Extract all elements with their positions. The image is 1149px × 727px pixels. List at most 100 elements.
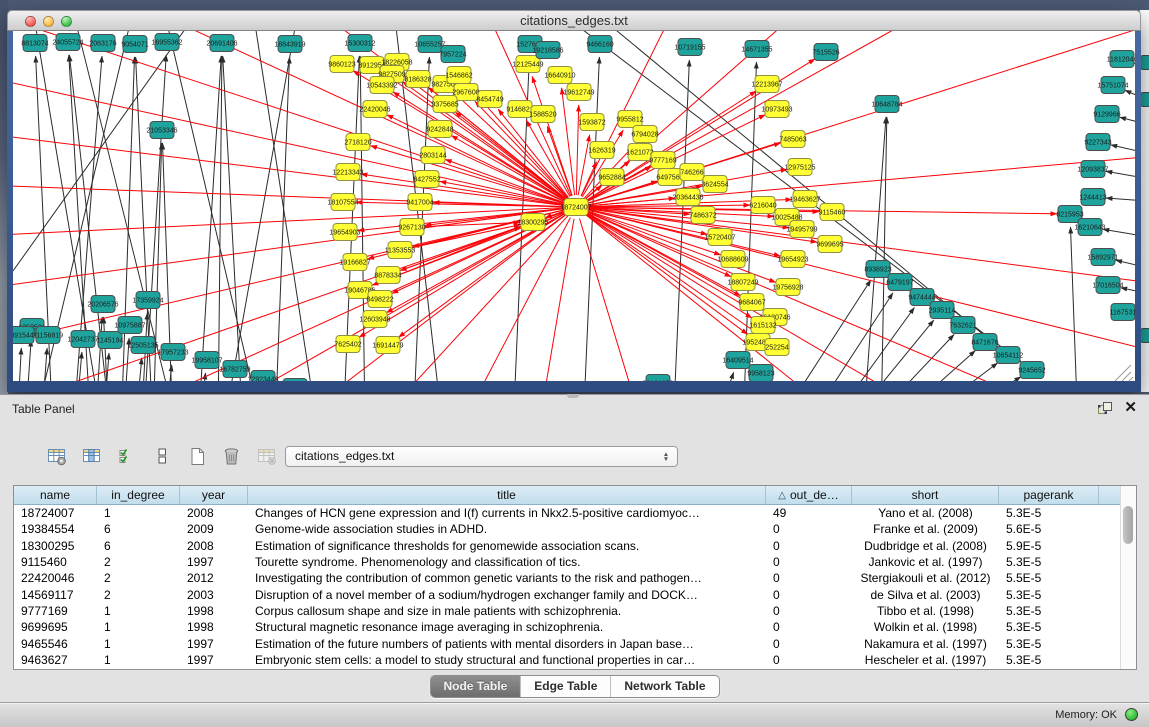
graph-node[interactable]: 9227343 [1084,134,1111,151]
table-settings-button[interactable] [44,444,69,469]
graph-edge[interactable] [1071,227,1079,381]
graph-node[interactable]: 2063176 [89,35,116,52]
graph-node[interactable]: 19958107 [191,352,222,369]
graph-node[interactable]: 12042737 [67,331,98,348]
graph-edge[interactable] [13,31,565,203]
table-row[interactable]: 1830029562008Estimation of significance … [14,538,1136,554]
graph-node[interactable]: 7957224 [439,46,466,63]
graph-node[interactable]: 9777169 [649,152,676,169]
graph-edge[interactable] [593,31,998,347]
graph-node[interactable]: 14671355 [741,41,772,58]
graph-node[interactable]: 15892971 [1087,249,1118,266]
graph-node[interactable]: 18724007 [560,199,591,216]
graph-node[interactable]: 2718120 [344,134,371,151]
graph-node[interactable]: 22420046 [359,101,390,118]
column-header-name[interactable]: name [14,486,97,504]
graph-node[interactable]: 11156819 [33,327,63,344]
graph-node[interactable]: 8471676 [971,334,998,351]
graph-node[interactable]: 16914479 [372,337,403,354]
graph-node[interactable]: 10688609 [717,251,748,268]
graph-node[interactable]: 9652884 [598,169,625,186]
graph-node[interactable]: 6216040 [749,197,776,214]
graph-edge[interactable] [885,351,975,381]
graph-node[interactable]: 17359924 [132,292,163,309]
row-selection-button[interactable] [114,444,139,469]
table-row[interactable]: 1938455462009Genome-wide association stu… [14,521,1136,537]
close-panel-icon[interactable]: ✕ [1124,398,1137,416]
graph-node[interactable]: 11353553 [385,242,416,259]
graph-node[interactable]: 1626319 [588,142,615,159]
graph-edge[interactable] [587,212,1103,381]
graph-node[interactable]: 9466160 [586,36,613,53]
graph-node[interactable]: 10975887 [114,317,145,334]
panel-splitter-handle[interactable] [567,394,579,398]
graph-node[interactable]: 8813074 [21,35,48,52]
graph-edge[interactable] [43,212,565,381]
graph-node[interactable]: 12505135 [127,337,158,354]
graph-edge[interactable] [1125,90,1135,111]
graph-node[interactable]: 7485063 [779,131,806,148]
graph-node[interactable]: 9699695 [816,236,843,253]
graph-node[interactable]: 8454749 [476,91,503,108]
select-column-button[interactable] [79,444,104,469]
graph-node[interactable]: 1145194 [97,332,124,349]
graph-edge[interactable] [576,105,578,195]
graph-node[interactable]: 19654923 [777,251,808,268]
graph-node[interactable]: 10543392 [366,77,397,94]
table-row[interactable]: 946554611997Estimation of the future num… [14,635,1136,651]
graph-edge[interactable] [13,31,198,271]
graph-node[interactable]: 16210643 [1074,219,1105,236]
graph-node[interactable]: 3624554 [701,176,728,193]
graph-node[interactable]: 19654903 [329,224,360,241]
new-table-button[interactable] [184,444,209,469]
table-scrollbar[interactable] [1120,486,1136,669]
graph-node[interactable]: 1615132 [749,317,776,334]
graph-edge[interactable] [881,117,887,381]
graph-node[interactable]: 18107554 [327,194,358,211]
graph-node[interactable]: 1546862 [445,67,472,84]
graph-node[interactable]: 8186328 [404,71,431,88]
graph-node[interactable]: 1588520 [529,106,556,123]
table-row[interactable]: 911546021997Tourette syndrome. Phenomeno… [14,554,1136,570]
graph-node[interactable]: 18300295 [517,214,548,231]
graph-node[interactable]: 9375685 [431,96,458,113]
graph-node[interactable]: 11812044 [1107,51,1135,68]
table-row[interactable]: 2242004622012Investigating the contribut… [14,570,1136,586]
column-header-pagerank[interactable]: pagerank [999,486,1099,504]
graph-edge[interactable] [223,31,298,381]
graph-node[interactable]: 12093837 [1077,161,1108,178]
graph-node[interactable]: 19612749 [563,84,594,101]
table-selector-combo[interactable]: citations_edges.txt ▲▼ [285,446,678,467]
graph-node[interactable]: 10654112 [993,347,1024,364]
graph-edge[interactable] [275,57,290,381]
graph-node[interactable]: 9242848 [426,121,453,138]
close-window-button[interactable] [25,16,36,27]
graph-node[interactable]: 746266 [680,164,704,181]
graph-node[interactable]: 20691406 [206,35,237,52]
graph-node[interactable]: 9115460 [819,204,846,221]
graph-edge[interactable] [95,317,102,381]
network-canvas[interactable]: 1872400798601238912954182260589827509818… [13,31,1135,381]
graph-node[interactable]: 12213343 [332,164,363,181]
graph-node[interactable]: 9958123 [747,365,774,382]
graph-node[interactable]: 1593872 [578,114,605,131]
graph-node[interactable]: 20161652 [642,375,673,382]
graph-edge[interactable] [578,135,589,195]
graph-edge[interactable] [163,31,263,381]
graph-node[interactable]: 17957233 [157,344,188,361]
graph-edge[interactable] [1106,171,1135,183]
graph-node[interactable]: 15720407 [704,229,735,246]
scrollbar-thumb[interactable] [1123,506,1133,544]
graph-node[interactable]: 1244413 [1079,189,1106,206]
graph-node[interactable]: 1167531 [1110,304,1135,321]
column-header-short[interactable]: short [852,486,999,504]
graph-node[interactable]: 9955812 [616,111,643,128]
delete-table-button[interactable] [219,444,244,469]
graph-edge[interactable] [135,358,142,381]
graph-edge[interactable] [713,372,734,381]
graph-node[interactable]: 20206576 [87,296,118,313]
graph-node[interactable]: 16955362 [151,34,182,51]
graph-node[interactable]: 9245011 [282,379,309,382]
graph-node[interactable]: 24055724 [52,34,83,51]
graph-node[interactable]: 391544 [13,327,34,344]
